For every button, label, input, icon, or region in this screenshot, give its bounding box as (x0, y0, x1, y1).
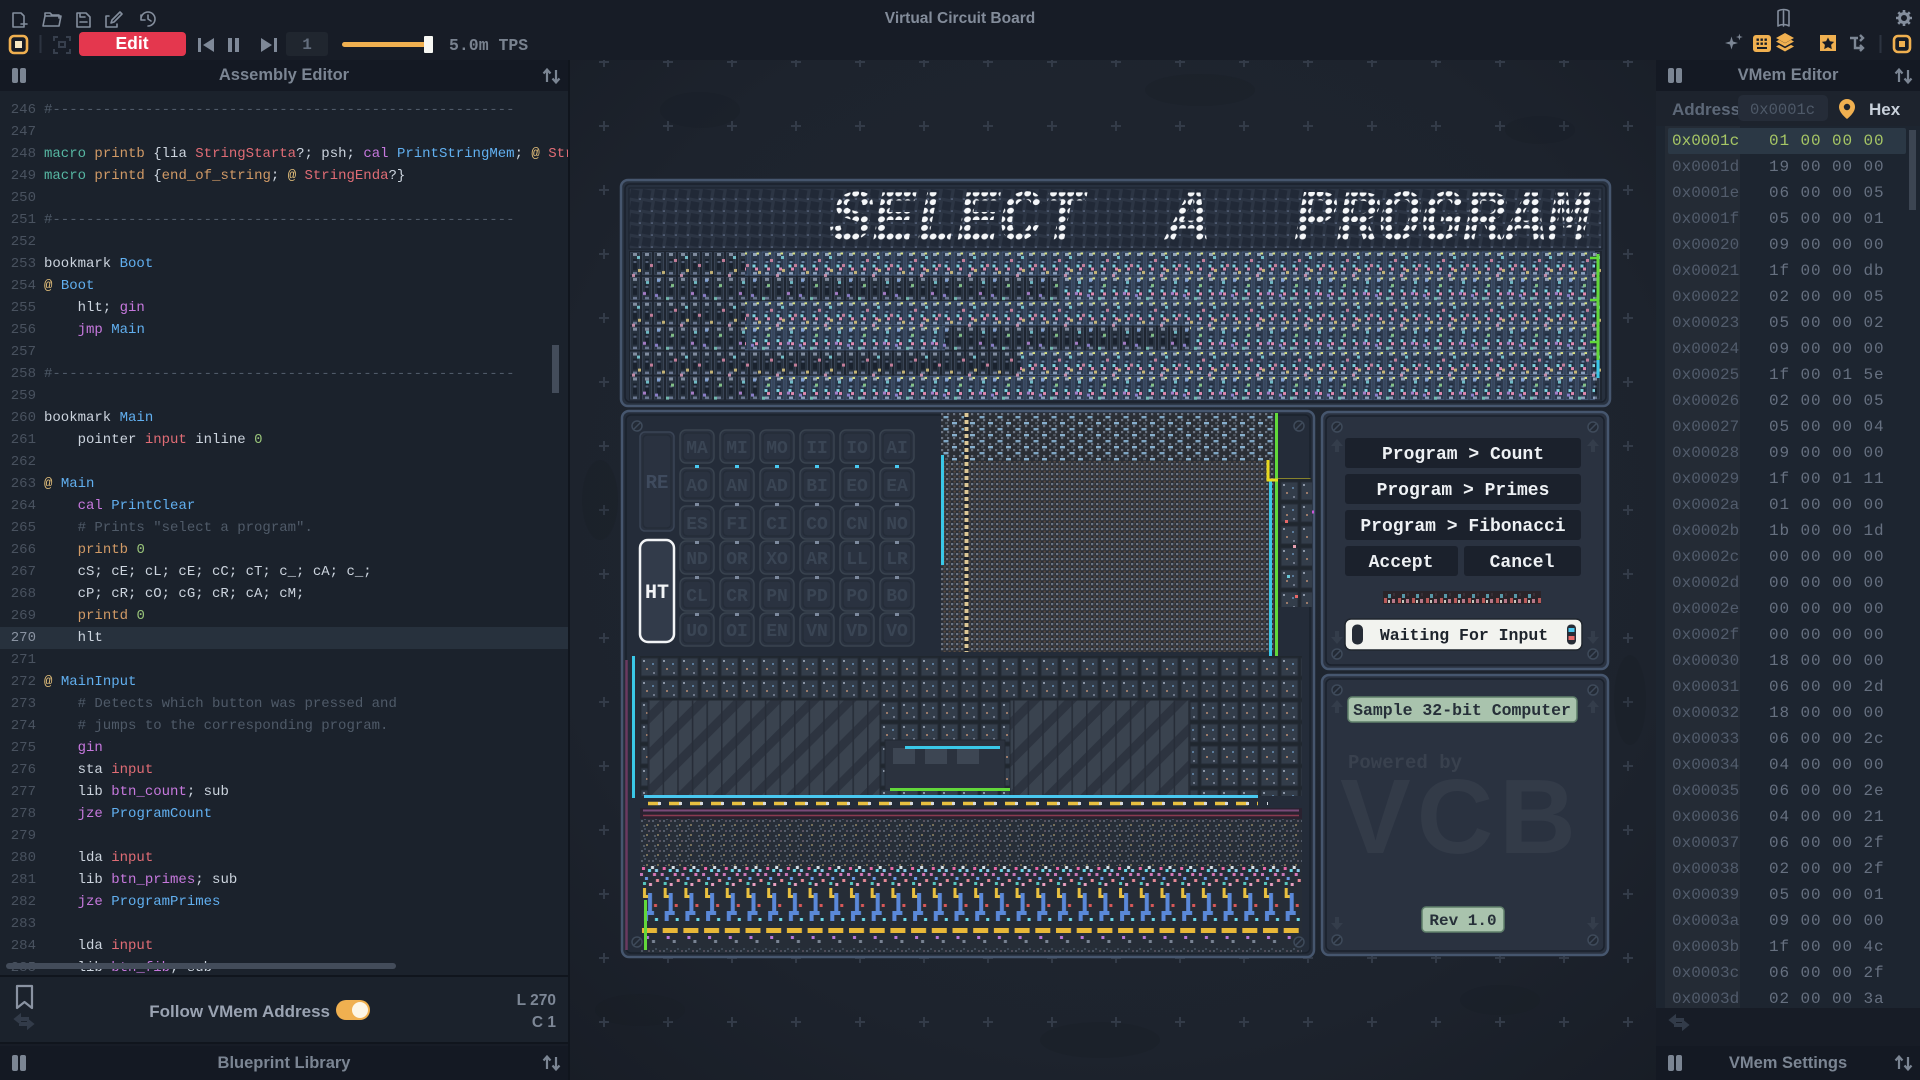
svg-text:SELECT A PROGRAM: SELECT A PROGRAM (830, 180, 1593, 262)
svg-text:EN: EN (766, 622, 788, 642)
svg-text:MO: MO (766, 439, 788, 459)
svg-text:Sample 32-bit Computer: Sample 32-bit Computer (1353, 701, 1571, 720)
svg-text:L 270: L 270 (517, 992, 556, 1009)
svg-text:VO: VO (886, 622, 908, 642)
svg-text:AN: AN (726, 477, 748, 497)
svg-text:BO: BO (886, 587, 908, 607)
svg-text:Cancel: Cancel (1490, 553, 1555, 573)
svg-text:RE: RE (646, 472, 669, 494)
svg-text:IO: IO (846, 439, 868, 459)
svg-text:0x0001c: 0x0001c (1750, 101, 1815, 119)
svg-text:Waiting For Input: Waiting For Input (1380, 626, 1548, 645)
svg-text:OI: OI (726, 622, 748, 642)
svg-text:LL: LL (846, 550, 868, 570)
svg-text:EA: EA (886, 477, 908, 497)
svg-text:NO: NO (886, 515, 908, 535)
svg-text:UO: UO (686, 622, 708, 642)
svg-text:II: II (806, 439, 828, 459)
svg-text:Edit: Edit (115, 33, 148, 53)
svg-text:5.0m TPS: 5.0m TPS (449, 36, 528, 55)
svg-text:VD: VD (846, 622, 868, 642)
svg-text:PO: PO (846, 587, 868, 607)
svg-text:FI: FI (726, 515, 748, 535)
svg-text:MI: MI (726, 439, 748, 459)
svg-text:Program > Count: Program > Count (1382, 445, 1544, 465)
svg-text:Address: Address (1672, 100, 1740, 119)
svg-text:PN: PN (766, 587, 788, 607)
svg-text:CR: CR (726, 587, 748, 607)
svg-text:AI: AI (886, 439, 908, 459)
svg-text:EO: EO (846, 477, 868, 497)
svg-text:XO: XO (766, 550, 788, 570)
svg-text:PD: PD (806, 587, 828, 607)
svg-text:Virtual Circuit Board: Virtual Circuit Board (885, 10, 1035, 27)
svg-text:AO: AO (686, 477, 708, 497)
svg-text:1: 1 (302, 36, 312, 54)
svg-text:CN: CN (846, 515, 868, 535)
svg-text:OR: OR (726, 550, 748, 570)
svg-text:Program > Primes: Program > Primes (1377, 481, 1550, 501)
svg-text:Rev 1.0: Rev 1.0 (1429, 912, 1496, 930)
svg-text:ES: ES (686, 515, 708, 535)
svg-text:BI: BI (806, 477, 828, 497)
svg-text:AR: AR (806, 550, 828, 570)
svg-text:MA: MA (686, 439, 708, 459)
svg-text:Follow VMem Address: Follow VMem Address (149, 1002, 330, 1021)
svg-text:ND: ND (686, 550, 708, 570)
svg-text:Program > Fibonacci: Program > Fibonacci (1360, 517, 1565, 537)
svg-text:VN: VN (806, 622, 828, 642)
svg-text:CI: CI (766, 515, 788, 535)
svg-text:CL: CL (686, 587, 708, 607)
svg-text:LR: LR (886, 550, 908, 570)
svg-text:CO: CO (806, 515, 828, 535)
svg-text:Accept: Accept (1369, 553, 1434, 573)
svg-text:AD: AD (766, 477, 788, 497)
svg-text:VCB: VCB (1340, 758, 1582, 876)
svg-text:C 1: C 1 (532, 1014, 557, 1031)
svg-text:HT: HT (645, 582, 669, 605)
svg-text:Hex: Hex (1869, 100, 1901, 119)
